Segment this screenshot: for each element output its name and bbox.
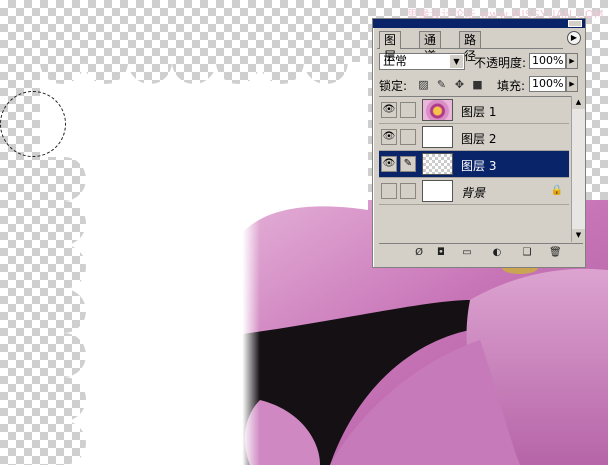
- lock-icon: 🔒: [550, 185, 563, 196]
- fill-label: 填充:: [497, 79, 526, 93]
- layer-list: 👁 图层 1 👁 图层 2 👁 ✎ 图层 3 背景 🔒: [379, 96, 571, 243]
- palette-menu-icon[interactable]: ▶: [567, 31, 581, 45]
- palette-titlebar[interactable]: [373, 19, 585, 28]
- lock-transparency-icon[interactable]: ▨: [417, 78, 430, 91]
- layer-thumbnail: [422, 99, 453, 121]
- opacity-label: 不透明度:: [474, 56, 527, 70]
- layer-row-1[interactable]: 👁 图层 1: [379, 97, 569, 124]
- eye-icon[interactable]: 👁: [381, 129, 397, 145]
- layer-row-2[interactable]: 👁 图层 2: [379, 124, 569, 151]
- brush-icon[interactable]: ✎: [400, 156, 416, 172]
- lock-image-icon[interactable]: ✎: [435, 78, 448, 91]
- layer-name: 图层 2: [461, 132, 497, 146]
- new-layer-icon[interactable]: ❑: [521, 247, 533, 259]
- lock-label: 锁定:: [379, 79, 408, 93]
- eye-slot[interactable]: [381, 183, 397, 199]
- lock-position-icon[interactable]: ✥: [453, 78, 466, 91]
- document-canvas[interactable]: 思缘设计论坛 www.MISSYUAN.COM 图层 通道 路径 ▶ 正常 ▼ …: [0, 0, 608, 465]
- adjustment-layer-icon[interactable]: ◐: [491, 247, 503, 259]
- eye-icon[interactable]: 👁: [381, 156, 397, 172]
- tab-divider: [377, 48, 563, 49]
- scroll-down-icon[interactable]: ▼: [572, 229, 585, 242]
- layers-palette: 图层 通道 路径 ▶ 正常 ▼ 不透明度: 100% ▶ 锁定: ▨ ✎ ✥ ■…: [372, 18, 586, 268]
- link-slot[interactable]: [400, 183, 416, 199]
- link-slot[interactable]: [400, 102, 416, 118]
- tab-channels[interactable]: 通道: [419, 31, 442, 63]
- elliptical-selection-marquee: [0, 91, 66, 157]
- fill-slider-arrow-icon[interactable]: ▶: [566, 76, 578, 92]
- opacity-slider-arrow-icon[interactable]: ▶: [566, 53, 578, 69]
- layer-list-scrollbar[interactable]: ▲ ▼: [571, 96, 585, 242]
- chevron-down-icon[interactable]: ▼: [450, 55, 463, 68]
- lock-all-icon[interactable]: ■: [471, 78, 484, 91]
- tab-layers[interactable]: 图层: [379, 31, 402, 63]
- opacity-input[interactable]: 100%: [529, 53, 566, 69]
- add-mask-icon[interactable]: ◘: [435, 247, 447, 259]
- link-slot[interactable]: [400, 129, 416, 145]
- layer-thumbnail: [422, 153, 453, 175]
- scroll-up-icon[interactable]: ▲: [572, 96, 585, 109]
- layer-thumbnail: [422, 126, 453, 148]
- trash-icon[interactable]: 🗑: [549, 247, 562, 259]
- layer-row-background[interactable]: 背景 🔒: [379, 178, 569, 205]
- layer-name: 图层 3: [461, 159, 497, 173]
- fill-input[interactable]: 100%: [529, 76, 566, 92]
- layer-row-3[interactable]: 👁 ✎ 图层 3: [379, 151, 569, 178]
- layer-style-icon[interactable]: Ø: [413, 247, 425, 259]
- tab-paths[interactable]: 路径: [459, 31, 482, 63]
- layer-name: 图层 1: [461, 105, 497, 119]
- layer-name: 背景: [461, 186, 486, 200]
- palette-minimize-button[interactable]: [568, 20, 582, 27]
- new-group-icon[interactable]: ▭: [461, 247, 473, 259]
- eye-icon[interactable]: 👁: [381, 102, 397, 118]
- palette-bottom-toolbar: Ø ◘ ▭ ◐ ❑ 🗑: [379, 243, 583, 262]
- layer-thumbnail: [422, 180, 453, 202]
